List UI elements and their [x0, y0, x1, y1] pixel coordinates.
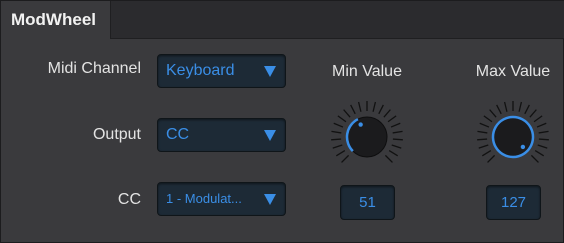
chevron-down-icon [264, 66, 276, 77]
cc-dropdown[interactable]: 1 - Modulat... [157, 182, 286, 216]
midi-channel-value: Keyboard [166, 62, 235, 79]
max-knob-tick [487, 154, 496, 163]
midi-channel-label: Midi Channel [47, 60, 141, 77]
min-knob-tick [387, 115, 397, 123]
max-knob-tick [534, 150, 545, 157]
min-knob-tick [350, 104, 356, 115]
max-knob-tick [536, 122, 547, 128]
max-knob-tick [496, 104, 502, 115]
max-knob-tick [477, 130, 488, 134]
max-value-knob[interactable] [473, 97, 553, 177]
max-knob-tick [477, 138, 488, 141]
min-knob-tick [378, 104, 384, 115]
max-knob-tick [538, 138, 549, 141]
min-knob-tick [384, 154, 393, 163]
max-knob-tick [478, 144, 489, 149]
max-knob-tick [533, 115, 543, 123]
min-knob-tick [357, 101, 362, 112]
midi-channel-dropdown[interactable]: Keyboard [157, 54, 286, 88]
tab-strip: ModWheel [1, 1, 564, 39]
max-knob-tick [524, 104, 530, 115]
max-knob-tick [530, 154, 539, 163]
min-knob-indicator [358, 122, 363, 127]
modwheel-panel: ModWheel Midi Channel Keyboard Output CC… [0, 0, 564, 243]
chevron-down-icon [264, 194, 276, 205]
output-dropdown[interactable]: CC [157, 118, 286, 152]
max-knob-tick [479, 122, 490, 128]
min-value-knob[interactable] [327, 97, 407, 177]
min-knob-tick [333, 122, 344, 128]
min-knob-tick [331, 138, 342, 141]
max-knob-tick [518, 101, 523, 112]
min-knob-tick [392, 130, 403, 134]
min-knob-tick [332, 144, 343, 149]
min-knob-tick [331, 130, 342, 134]
min-knob-tick [372, 101, 377, 112]
min-value-label: Min Value [332, 63, 402, 80]
min-knob-tick [383, 109, 391, 118]
max-value-field[interactable]: 127 [486, 185, 541, 220]
min-knob-tick [335, 150, 346, 157]
min-knob-tick [337, 115, 347, 123]
cc-value: 1 - Modulat... [166, 191, 242, 206]
min-knob-tick [390, 122, 401, 128]
max-knob-tick [489, 109, 497, 118]
output-value: CC [166, 126, 190, 143]
max-knob-indicator [520, 144, 526, 150]
min-value-field[interactable]: 51 [340, 185, 395, 220]
min-knob-tick [343, 109, 351, 118]
max-knob-tick [529, 109, 537, 118]
max-knob-tick [503, 101, 508, 112]
chevron-down-icon [264, 130, 276, 141]
cc-label: CC [117, 191, 141, 208]
tab-modwheel[interactable]: ModWheel [1, 1, 111, 39]
max-knob-tick [537, 144, 548, 149]
min-knob-tick [341, 154, 350, 163]
max-knob-tick [483, 115, 493, 123]
max-knob-tick [481, 150, 492, 157]
output-label: Output [92, 126, 141, 143]
min-knob-tick [388, 150, 399, 157]
max-value-label: Max Value [475, 63, 551, 80]
max-knob-tick [538, 130, 549, 134]
min-knob-tick [392, 138, 403, 141]
min-knob-tick [391, 144, 402, 149]
